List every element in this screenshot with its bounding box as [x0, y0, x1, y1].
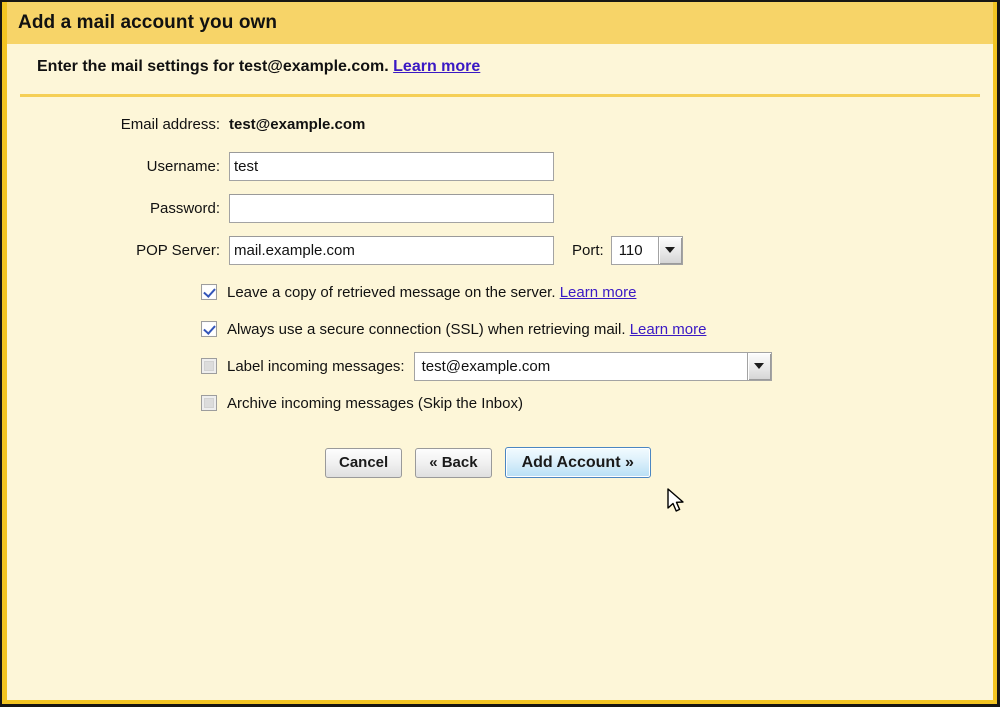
mouse-pointer-icon — [667, 488, 687, 516]
dialog-inner-frame: Add a mail account you own Enter the mai… — [2, 2, 997, 704]
password-label: Password: — [149, 199, 220, 217]
back-button[interactable]: « Back — [415, 447, 492, 478]
password-input[interactable] — [229, 193, 554, 223]
add-account-button[interactable]: Add Account » — [504, 447, 651, 478]
dialog-titlebar: Add a mail account you own — [7, 2, 993, 44]
ssl-checkbox[interactable] — [201, 321, 217, 337]
subtitle-text: Enter the mail settings for test@example… — [37, 58, 389, 75]
cancel-button[interactable]: Cancel — [325, 447, 403, 478]
label-incoming-select-value: test@example.com — [414, 352, 747, 380]
dialog-title: Add a mail account you own — [18, 12, 278, 33]
ssl-label: Always use a secure connection (SSL) whe… — [227, 321, 706, 338]
leave-copy-checkbox[interactable] — [201, 284, 217, 300]
port-select-value: 110 — [611, 236, 658, 264]
archive-incoming-checkbox[interactable] — [201, 395, 217, 411]
email-address-row: Email address: test@example.com — [7, 107, 993, 141]
label-incoming-checkbox[interactable] — [201, 358, 217, 374]
ssl-label-text: Always use a secure connection (SSL) whe… — [227, 320, 626, 338]
username-label: Username: — [146, 157, 220, 175]
add-mail-account-dialog: Add a mail account you own Enter the mai… — [0, 0, 1000, 707]
dialog-button-bar: Cancel « Back Add Account » — [7, 447, 993, 478]
pop-server-label: POP Server: — [136, 241, 220, 259]
username-input[interactable] — [229, 151, 554, 181]
subtitle-learn-more-link[interactable]: Learn more — [393, 58, 480, 75]
pop-server-row: POP Server: Port: 110 — [7, 233, 993, 267]
leave-copy-label: Leave a copy of retrieved message on the… — [227, 284, 636, 301]
email-address-label: Email address: — [120, 115, 220, 133]
port-label: Port: — [572, 241, 604, 259]
leave-copy-label-text: Leave a copy of retrieved message on the… — [227, 283, 556, 301]
chevron-down-icon[interactable] — [657, 236, 682, 264]
email-address-value: test@example.com — [229, 115, 366, 133]
label-incoming-select[interactable]: test@example.com — [413, 351, 772, 381]
ssl-learn-more-link[interactable]: Learn more — [630, 321, 707, 338]
password-row: Password: — [7, 191, 993, 225]
label-incoming-row: Label incoming messages: test@example.co… — [7, 349, 993, 383]
mail-settings-form: Email address: test@example.com Username… — [7, 107, 993, 478]
header-divider — [20, 94, 980, 97]
leave-copy-learn-more-link[interactable]: Learn more — [560, 284, 637, 301]
label-incoming-label: Label incoming messages: — [227, 357, 405, 375]
leave-copy-row: Leave a copy of retrieved message on the… — [7, 275, 993, 309]
port-select[interactable]: 110 — [610, 235, 683, 265]
archive-incoming-row: Archive incoming messages (Skip the Inbo… — [7, 386, 993, 420]
port-group: Port: 110 — [572, 235, 683, 265]
pop-server-input[interactable] — [229, 235, 554, 265]
ssl-row: Always use a secure connection (SSL) whe… — [7, 312, 993, 346]
chevron-down-icon[interactable] — [746, 352, 771, 380]
username-row: Username: — [7, 149, 993, 183]
archive-incoming-label: Archive incoming messages (Skip the Inbo… — [227, 394, 523, 412]
dialog-subtitle: Enter the mail settings for test@example… — [37, 58, 480, 76]
